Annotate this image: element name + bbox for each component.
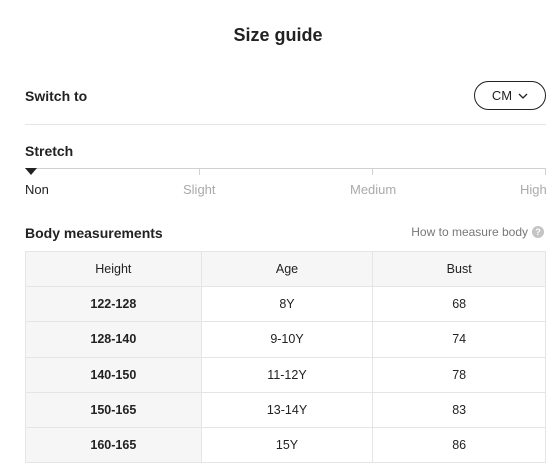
- age-cell: 9-10Y: [200, 321, 374, 358]
- stretch-scale-track: [25, 168, 546, 169]
- how-to-measure-link[interactable]: How to measure body ?: [411, 225, 544, 239]
- bust-cell: 78: [372, 356, 546, 393]
- size-table: Height Age Bust 122-128 8Y 68 128-140 9-…: [25, 250, 546, 464]
- table-row: 160-165 15Y 86: [25, 426, 546, 464]
- age-cell: 8Y: [200, 286, 374, 323]
- stretch-selected-marker: [25, 168, 37, 175]
- unit-select-button[interactable]: CM: [474, 81, 546, 110]
- body-measurements-title: Body measurements: [25, 225, 163, 241]
- bust-cell: 83: [372, 391, 546, 428]
- age-cell: 15Y: [200, 426, 374, 464]
- table-row: 140-150 11-12Y 78: [25, 356, 546, 393]
- stretch-level-high: High: [520, 182, 547, 197]
- height-cell: 140-150: [25, 356, 202, 393]
- how-to-measure-label: How to measure body: [411, 225, 528, 239]
- stretch-level-slight: Slight: [183, 182, 216, 197]
- stretch-title: Stretch: [25, 143, 74, 159]
- height-cell: 150-165: [25, 391, 202, 428]
- divider: [25, 124, 546, 125]
- column-header-height: Height: [25, 250, 202, 288]
- stretch-tick: [372, 168, 373, 175]
- table-row: 122-128 8Y 68: [25, 286, 546, 323]
- bust-cell: 68: [372, 286, 546, 323]
- bust-cell: 86: [372, 426, 546, 464]
- stretch-tick: [545, 168, 546, 175]
- age-cell: 11-12Y: [200, 356, 374, 393]
- stretch-level-non: Non: [25, 182, 49, 197]
- bust-cell: 74: [372, 321, 546, 358]
- table-row: 128-140 9-10Y 74: [25, 321, 546, 358]
- stretch-tick: [199, 168, 200, 175]
- column-header-age: Age: [200, 250, 374, 288]
- stretch-level-medium: Medium: [350, 182, 397, 197]
- chevron-down-icon: [518, 93, 528, 99]
- height-cell: 160-165: [25, 426, 202, 464]
- switch-unit-label: Switch to: [25, 88, 88, 104]
- height-cell: 128-140: [25, 321, 202, 358]
- unit-select-value: CM: [491, 88, 513, 103]
- page-title: Size guide: [233, 25, 323, 45]
- height-cell: 122-128: [25, 286, 202, 323]
- column-header-bust: Bust: [372, 250, 546, 288]
- help-icon: ?: [532, 226, 544, 238]
- table-header-row: Height Age Bust: [25, 250, 546, 288]
- age-cell: 13-14Y: [200, 391, 374, 428]
- table-row: 150-165 13-14Y 83: [25, 391, 546, 428]
